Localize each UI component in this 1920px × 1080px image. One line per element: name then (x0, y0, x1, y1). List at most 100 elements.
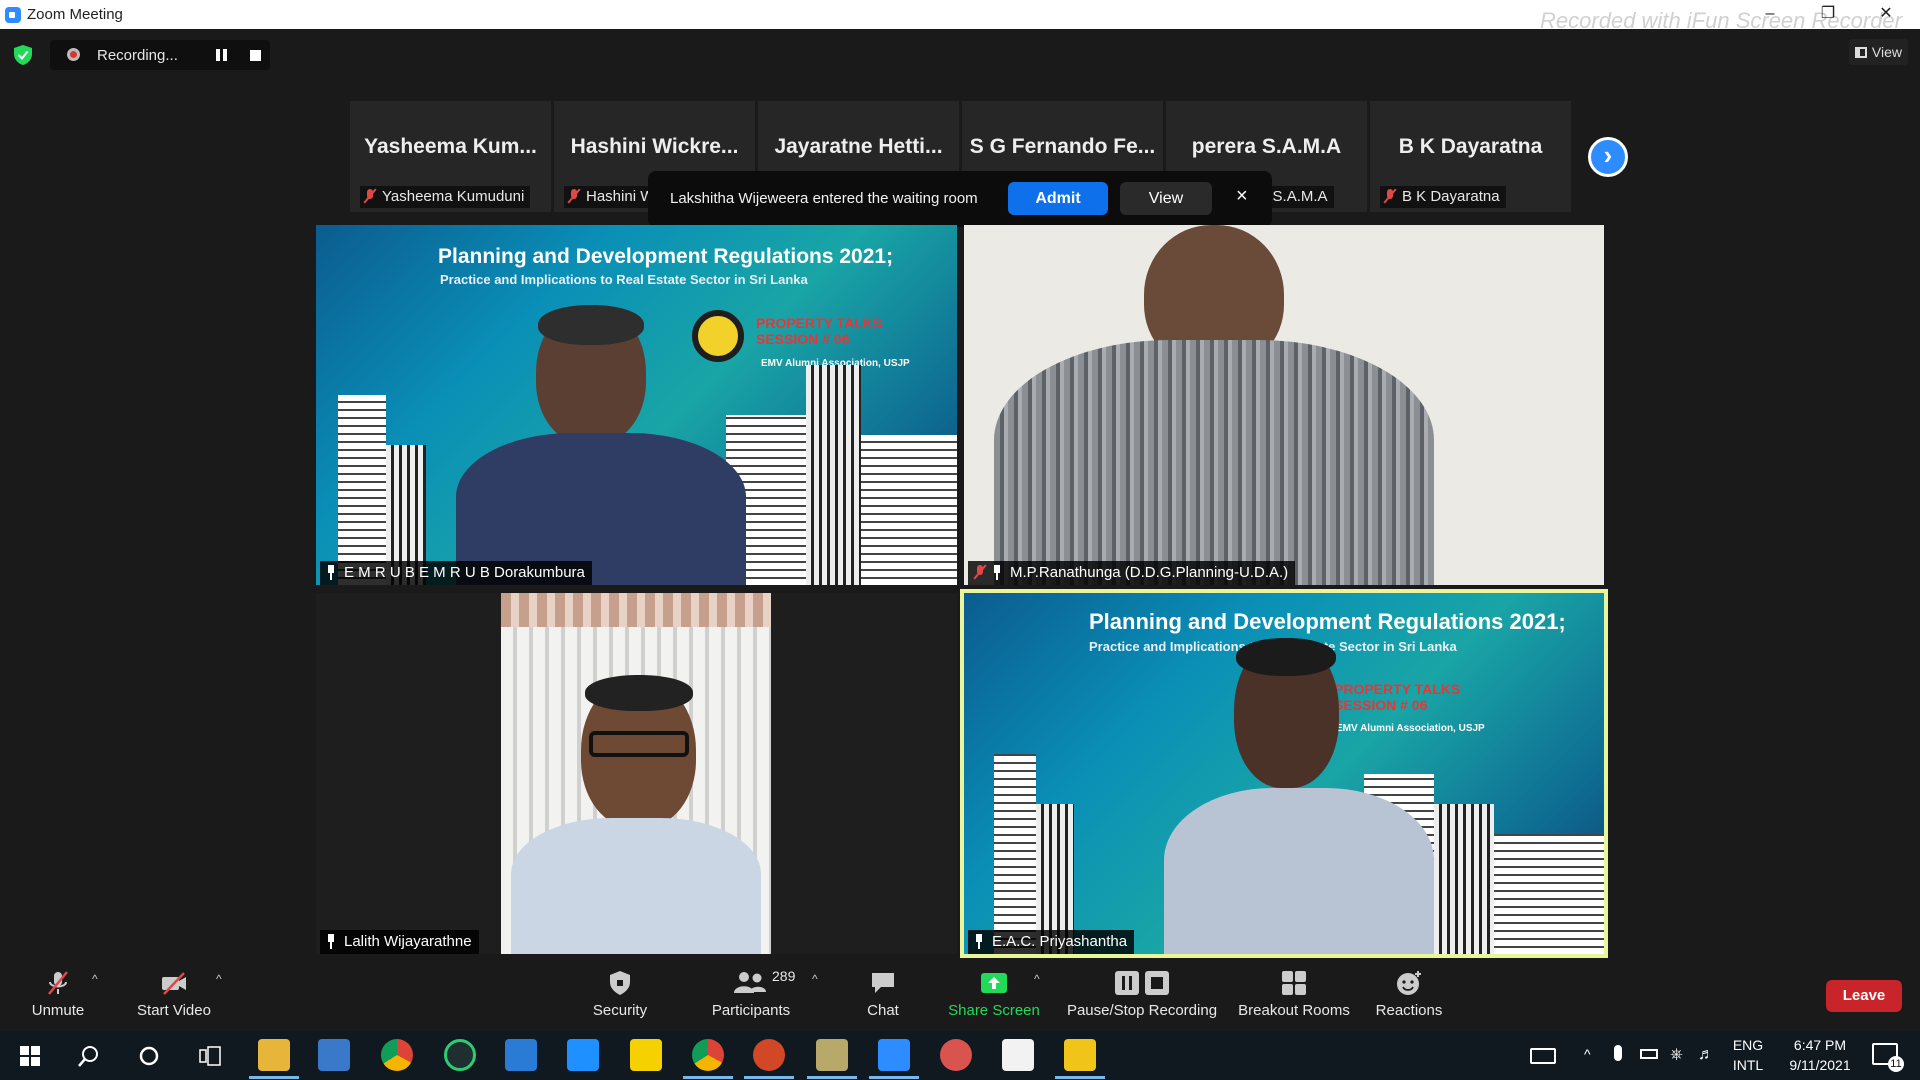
task-view-icon[interactable] (199, 1046, 221, 1066)
waiting-room-notification: Lakshitha Wijeweera entered the waiting … (648, 171, 1272, 227)
breakout-rooms-icon (1282, 971, 1306, 995)
share-screen-button[interactable]: Share Screen (948, 970, 1040, 1019)
video-tile-active-speaker[interactable]: Planning and Development Regulations 202… (960, 589, 1608, 958)
video-tile[interactable]: Planning and Development Regulations 202… (316, 225, 957, 585)
upwork-icon[interactable] (444, 1039, 476, 1071)
phone-app-icon[interactable] (567, 1039, 599, 1071)
admit-button[interactable]: Admit (1008, 182, 1108, 215)
action-center-icon[interactable]: 11 (1872, 1043, 1904, 1072)
input-language[interactable]: ENG INTL (1728, 1035, 1768, 1075)
view-layout-button[interactable]: View (1848, 39, 1908, 65)
battery-icon[interactable] (1640, 1049, 1658, 1059)
video-editor-icon[interactable] (807, 1039, 857, 1079)
participant-name-bar: E.A.C. Priyashantha (968, 930, 1135, 954)
participant-name-bar: M.P.Ranathunga (D.D.G.Planning-U.D.A.) (968, 561, 1296, 585)
mic-muted-icon (364, 189, 376, 203)
audio-options-caret[interactable]: ^ (92, 972, 98, 986)
participant-display-name: perera S.A.M.A (1191, 135, 1342, 158)
file-explorer-icon[interactable] (249, 1039, 299, 1079)
document-icon[interactable] (1002, 1039, 1034, 1071)
participants-icon (734, 972, 766, 993)
meeting-area: Recording... View Yasheema Kum... Yashee… (0, 29, 1920, 1031)
pin-icon (974, 934, 984, 949)
logo-emblem (692, 310, 744, 362)
cortana-icon[interactable] (139, 1046, 159, 1066)
clock[interactable]: 6:47 PM 9/11/2021 (1772, 1035, 1868, 1075)
video-camera-off-icon (162, 972, 186, 995)
participants-options-caret[interactable]: ^ (812, 972, 818, 986)
slide-org: EMV Alumni Association, USJP (1336, 723, 1485, 734)
participant-name-bar: E M R U B E M R U B Dorakumbura (320, 561, 592, 585)
participant-display-name: Yasheema Kum... (364, 135, 537, 158)
mic-muted-icon (974, 565, 986, 579)
view-layout-label: View (1871, 44, 1902, 60)
power-bi-icon[interactable] (1055, 1039, 1105, 1079)
pin-icon (326, 934, 336, 949)
chevron-up-icon[interactable]: ^ (1584, 1044, 1591, 1064)
waiting-room-message: Lakshitha Wijeweera entered the waiting … (670, 190, 978, 207)
keyboard-icon[interactable] (1530, 1048, 1556, 1064)
zoom-app-icon (5, 7, 21, 23)
volume-icon[interactable]: ♬ (1698, 1045, 1714, 1065)
participant-thumb[interactable]: B K Dayaratna B K Dayaratna (1370, 101, 1571, 212)
pause-recording-icon[interactable] (216, 49, 228, 61)
search-icon[interactable] (78, 1045, 100, 1067)
chrome-icon[interactable] (381, 1039, 413, 1071)
pause-stop-recording-button[interactable]: Pause/Stop Recording (1064, 970, 1220, 1019)
video-options-caret[interactable]: ^ (216, 972, 222, 986)
notification-count-badge: 11 (1888, 1056, 1904, 1072)
slide-title: Planning and Development Regulations 202… (438, 245, 894, 268)
wifi-icon[interactable]: ⎈ (1670, 1045, 1683, 1065)
sticky-notes-icon[interactable] (630, 1039, 662, 1071)
video-tile[interactable]: M.P.Ranathunga (D.D.G.Planning-U.D.A.) (964, 225, 1604, 585)
recording-label: Recording... (97, 47, 178, 64)
slide-badge: PROPERTY TALKS SESSION # 06 (1334, 681, 1461, 713)
window-titlebar: Zoom Meeting Recorded with iFun Screen R… (0, 0, 1920, 33)
participant-name-tag: Yasheema Kumuduni (360, 186, 531, 208)
close-window-button[interactable]: ✕ (1866, 3, 1906, 25)
slide-subtitle: Practice and Implications to Real Estate… (440, 272, 808, 287)
participants-count: 289 (772, 968, 796, 984)
next-page-button[interactable]: › (1588, 137, 1628, 177)
participant-name-bar: Lalith Wijayarathne (320, 930, 479, 954)
windows-taskbar: ^ ⎈ ♬ ENG INTL 6:47 PM 9/11/2021 11 (0, 1031, 1920, 1080)
share-screen-icon (981, 973, 1007, 993)
close-notification-icon[interactable]: × (1236, 185, 1248, 208)
reactions-button[interactable]: Reactions (1374, 970, 1444, 1019)
participant-display-name: Hashini Wickre... (570, 135, 739, 158)
participant-thumb[interactable]: Yasheema Kum... Yasheema Kumuduni (350, 101, 551, 212)
windows-start-icon[interactable] (20, 1046, 40, 1066)
screen-recorder-icon[interactable] (940, 1039, 972, 1071)
pause-stop-icon (1115, 971, 1169, 995)
video-tile[interactable]: Lalith Wijayarathne (316, 593, 957, 954)
start-video-button[interactable]: Start Video (134, 970, 214, 1019)
leave-meeting-button[interactable]: Leave (1826, 980, 1902, 1012)
zoom-taskbar-icon[interactable] (869, 1039, 919, 1079)
unmute-button[interactable]: Unmute (28, 970, 88, 1019)
powerpoint-icon[interactable] (744, 1039, 794, 1079)
participant-display-name: Jayaratne Hetti... (774, 135, 943, 158)
restore-button[interactable]: ❐ (1808, 3, 1848, 25)
stop-recording-icon[interactable] (250, 50, 261, 61)
store-icon[interactable] (318, 1039, 350, 1071)
slide-title: Planning and Development Regulations 202… (1089, 609, 1566, 634)
shield-icon (610, 971, 630, 995)
minimize-button[interactable]: – (1750, 3, 1790, 25)
slide-badge: PROPERTY TALKS SESSION # 06 (756, 315, 883, 347)
view-waiting-room-button[interactable]: View (1120, 182, 1212, 215)
chat-button[interactable]: Chat (862, 970, 904, 1019)
share-options-caret[interactable]: ^ (1034, 972, 1040, 986)
recording-indicator: Recording... (50, 40, 270, 70)
mail-icon[interactable] (505, 1039, 537, 1071)
breakout-rooms-button[interactable]: Breakout Rooms (1236, 970, 1352, 1019)
security-button[interactable]: Security (588, 970, 652, 1019)
encryption-shield-icon[interactable] (14, 45, 32, 65)
microphone-muted-icon (48, 971, 68, 995)
pin-icon (992, 565, 1002, 580)
mic-muted-icon (1384, 189, 1396, 203)
chrome-profile-icon[interactable] (683, 1039, 733, 1079)
chat-bubble-icon (872, 973, 894, 993)
participant-display-name: S G Fernando Fe... (969, 135, 1156, 158)
participant-display-name: B K Dayaratna (1398, 135, 1543, 158)
microphone-tray-icon[interactable] (1614, 1045, 1622, 1061)
